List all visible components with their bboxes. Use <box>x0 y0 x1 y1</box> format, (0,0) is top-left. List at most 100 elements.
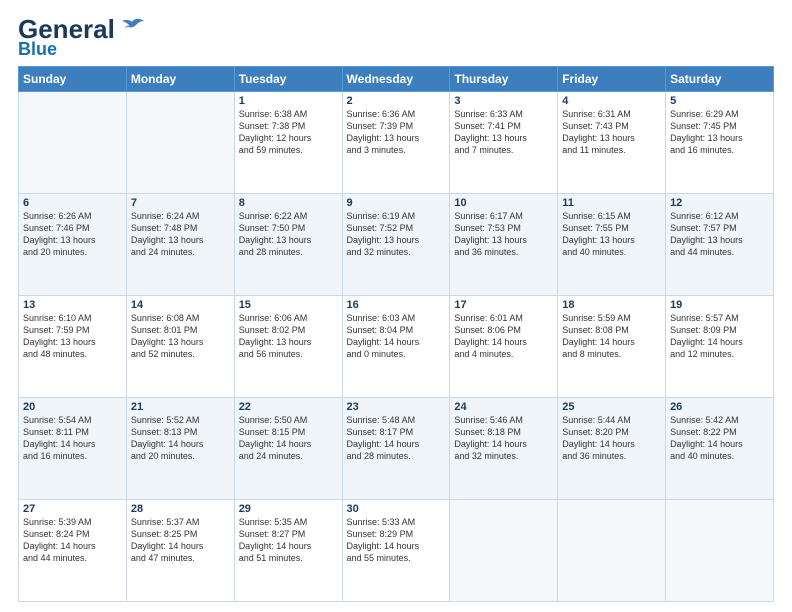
calendar-week-row: 6Sunrise: 6:26 AM Sunset: 7:46 PM Daylig… <box>19 194 774 296</box>
day-info: Sunrise: 6:19 AM Sunset: 7:52 PM Dayligh… <box>347 210 446 259</box>
day-of-week-header: Sunday <box>19 67 127 92</box>
calendar-header-row: SundayMondayTuesdayWednesdayThursdayFrid… <box>19 67 774 92</box>
day-number: 23 <box>347 401 446 413</box>
day-info: Sunrise: 5:54 AM Sunset: 8:11 PM Dayligh… <box>23 414 122 463</box>
calendar-day-cell <box>126 92 234 194</box>
day-info: Sunrise: 6:12 AM Sunset: 7:57 PM Dayligh… <box>670 210 769 259</box>
day-info: Sunrise: 6:01 AM Sunset: 8:06 PM Dayligh… <box>454 312 553 361</box>
calendar-day-cell: 10Sunrise: 6:17 AM Sunset: 7:53 PM Dayli… <box>450 194 558 296</box>
calendar-day-cell: 6Sunrise: 6:26 AM Sunset: 7:46 PM Daylig… <box>19 194 127 296</box>
calendar-week-row: 13Sunrise: 6:10 AM Sunset: 7:59 PM Dayli… <box>19 296 774 398</box>
calendar-day-cell: 5Sunrise: 6:29 AM Sunset: 7:45 PM Daylig… <box>666 92 774 194</box>
calendar-day-cell: 13Sunrise: 6:10 AM Sunset: 7:59 PM Dayli… <box>19 296 127 398</box>
day-number: 24 <box>454 401 553 413</box>
calendar-day-cell: 21Sunrise: 5:52 AM Sunset: 8:13 PM Dayli… <box>126 398 234 500</box>
logo: General Blue <box>18 16 146 58</box>
day-number: 1 <box>239 95 338 107</box>
day-number: 10 <box>454 197 553 209</box>
day-number: 17 <box>454 299 553 311</box>
calendar-day-cell: 9Sunrise: 6:19 AM Sunset: 7:52 PM Daylig… <box>342 194 450 296</box>
calendar-day-cell: 11Sunrise: 6:15 AM Sunset: 7:55 PM Dayli… <box>558 194 666 296</box>
calendar-day-cell: 4Sunrise: 6:31 AM Sunset: 7:43 PM Daylig… <box>558 92 666 194</box>
day-number: 25 <box>562 401 661 413</box>
calendar-day-cell: 16Sunrise: 6:03 AM Sunset: 8:04 PM Dayli… <box>342 296 450 398</box>
day-number: 3 <box>454 95 553 107</box>
day-number: 27 <box>23 503 122 515</box>
calendar-day-cell: 1Sunrise: 6:38 AM Sunset: 7:38 PM Daylig… <box>234 92 342 194</box>
calendar-day-cell: 24Sunrise: 5:46 AM Sunset: 8:18 PM Dayli… <box>450 398 558 500</box>
day-info: Sunrise: 5:48 AM Sunset: 8:17 PM Dayligh… <box>347 414 446 463</box>
calendar-day-cell: 8Sunrise: 6:22 AM Sunset: 7:50 PM Daylig… <box>234 194 342 296</box>
day-number: 29 <box>239 503 338 515</box>
day-info: Sunrise: 6:31 AM Sunset: 7:43 PM Dayligh… <box>562 108 661 157</box>
day-info: Sunrise: 6:33 AM Sunset: 7:41 PM Dayligh… <box>454 108 553 157</box>
day-number: 20 <box>23 401 122 413</box>
page: General Blue SundayMondayTuesdayWednesda… <box>0 0 792 612</box>
day-number: 2 <box>347 95 446 107</box>
day-info: Sunrise: 6:03 AM Sunset: 8:04 PM Dayligh… <box>347 312 446 361</box>
day-number: 15 <box>239 299 338 311</box>
day-number: 9 <box>347 197 446 209</box>
day-info: Sunrise: 5:44 AM Sunset: 8:20 PM Dayligh… <box>562 414 661 463</box>
calendar-day-cell: 26Sunrise: 5:42 AM Sunset: 8:22 PM Dayli… <box>666 398 774 500</box>
logo-blue-text: Blue <box>18 40 57 58</box>
day-of-week-header: Tuesday <box>234 67 342 92</box>
day-number: 11 <box>562 197 661 209</box>
day-number: 6 <box>23 197 122 209</box>
calendar-day-cell <box>450 500 558 602</box>
day-info: Sunrise: 5:37 AM Sunset: 8:25 PM Dayligh… <box>131 516 230 565</box>
calendar-day-cell: 23Sunrise: 5:48 AM Sunset: 8:17 PM Dayli… <box>342 398 450 500</box>
day-number: 21 <box>131 401 230 413</box>
calendar-week-row: 20Sunrise: 5:54 AM Sunset: 8:11 PM Dayli… <box>19 398 774 500</box>
day-info: Sunrise: 6:36 AM Sunset: 7:39 PM Dayligh… <box>347 108 446 157</box>
day-info: Sunrise: 6:10 AM Sunset: 7:59 PM Dayligh… <box>23 312 122 361</box>
day-info: Sunrise: 6:15 AM Sunset: 7:55 PM Dayligh… <box>562 210 661 259</box>
calendar-day-cell <box>19 92 127 194</box>
day-info: Sunrise: 5:46 AM Sunset: 8:18 PM Dayligh… <box>454 414 553 463</box>
day-number: 26 <box>670 401 769 413</box>
day-info: Sunrise: 5:57 AM Sunset: 8:09 PM Dayligh… <box>670 312 769 361</box>
day-info: Sunrise: 5:39 AM Sunset: 8:24 PM Dayligh… <box>23 516 122 565</box>
day-number: 22 <box>239 401 338 413</box>
calendar-day-cell: 22Sunrise: 5:50 AM Sunset: 8:15 PM Dayli… <box>234 398 342 500</box>
day-info: Sunrise: 6:06 AM Sunset: 8:02 PM Dayligh… <box>239 312 338 361</box>
day-info: Sunrise: 5:42 AM Sunset: 8:22 PM Dayligh… <box>670 414 769 463</box>
calendar-day-cell: 3Sunrise: 6:33 AM Sunset: 7:41 PM Daylig… <box>450 92 558 194</box>
day-number: 13 <box>23 299 122 311</box>
day-info: Sunrise: 6:29 AM Sunset: 7:45 PM Dayligh… <box>670 108 769 157</box>
day-info: Sunrise: 6:17 AM Sunset: 7:53 PM Dayligh… <box>454 210 553 259</box>
calendar-day-cell: 20Sunrise: 5:54 AM Sunset: 8:11 PM Dayli… <box>19 398 127 500</box>
calendar-day-cell: 17Sunrise: 6:01 AM Sunset: 8:06 PM Dayli… <box>450 296 558 398</box>
day-info: Sunrise: 5:33 AM Sunset: 8:29 PM Dayligh… <box>347 516 446 565</box>
day-info: Sunrise: 6:26 AM Sunset: 7:46 PM Dayligh… <box>23 210 122 259</box>
day-of-week-header: Friday <box>558 67 666 92</box>
calendar-week-row: 27Sunrise: 5:39 AM Sunset: 8:24 PM Dayli… <box>19 500 774 602</box>
calendar-day-cell: 25Sunrise: 5:44 AM Sunset: 8:20 PM Dayli… <box>558 398 666 500</box>
day-number: 14 <box>131 299 230 311</box>
calendar-day-cell <box>666 500 774 602</box>
day-info: Sunrise: 6:24 AM Sunset: 7:48 PM Dayligh… <box>131 210 230 259</box>
calendar-day-cell: 30Sunrise: 5:33 AM Sunset: 8:29 PM Dayli… <box>342 500 450 602</box>
day-number: 7 <box>131 197 230 209</box>
day-of-week-header: Saturday <box>666 67 774 92</box>
calendar-day-cell: 29Sunrise: 5:35 AM Sunset: 8:27 PM Dayli… <box>234 500 342 602</box>
day-number: 16 <box>347 299 446 311</box>
day-number: 30 <box>347 503 446 515</box>
calendar-day-cell <box>558 500 666 602</box>
calendar-day-cell: 28Sunrise: 5:37 AM Sunset: 8:25 PM Dayli… <box>126 500 234 602</box>
day-info: Sunrise: 5:50 AM Sunset: 8:15 PM Dayligh… <box>239 414 338 463</box>
day-of-week-header: Monday <box>126 67 234 92</box>
day-of-week-header: Thursday <box>450 67 558 92</box>
header: General Blue <box>18 16 774 58</box>
day-number: 12 <box>670 197 769 209</box>
day-number: 19 <box>670 299 769 311</box>
calendar-day-cell: 7Sunrise: 6:24 AM Sunset: 7:48 PM Daylig… <box>126 194 234 296</box>
calendar-day-cell: 15Sunrise: 6:06 AM Sunset: 8:02 PM Dayli… <box>234 296 342 398</box>
logo-bird-icon <box>118 18 146 36</box>
day-info: Sunrise: 5:52 AM Sunset: 8:13 PM Dayligh… <box>131 414 230 463</box>
calendar-day-cell: 14Sunrise: 6:08 AM Sunset: 8:01 PM Dayli… <box>126 296 234 398</box>
day-info: Sunrise: 6:38 AM Sunset: 7:38 PM Dayligh… <box>239 108 338 157</box>
calendar-day-cell: 18Sunrise: 5:59 AM Sunset: 8:08 PM Dayli… <box>558 296 666 398</box>
day-info: Sunrise: 5:35 AM Sunset: 8:27 PM Dayligh… <box>239 516 338 565</box>
day-number: 18 <box>562 299 661 311</box>
